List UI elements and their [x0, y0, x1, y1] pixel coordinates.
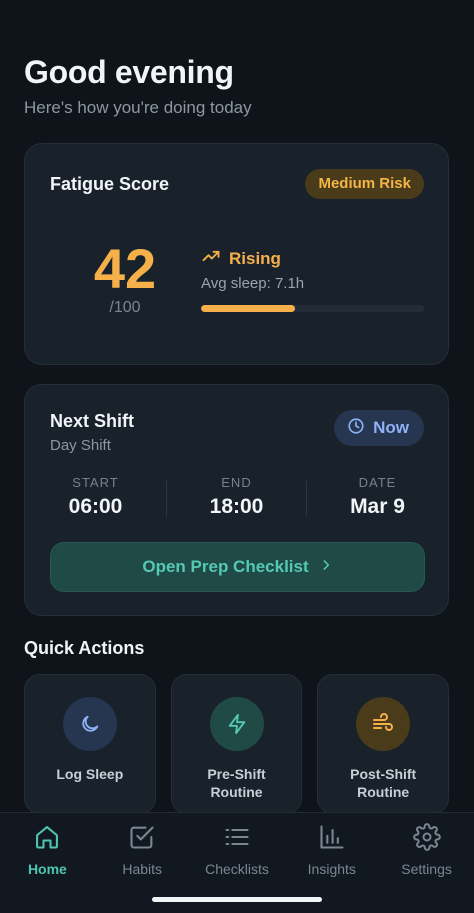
bar-chart-icon [318, 823, 346, 856]
shift-type: Day Shift [50, 437, 111, 454]
fatigue-card-title: Fatigue Score [50, 174, 170, 194]
chevron-right-icon [319, 557, 333, 577]
trend-indicator: Rising [201, 246, 281, 271]
shift-end-value: 18:00 [209, 495, 264, 518]
moon-icon [62, 697, 117, 751]
score-block: 42 /100 [75, 239, 175, 317]
open-prep-checklist-button[interactable]: Open Prep Checklist [50, 542, 425, 592]
checkbox-icon [128, 823, 156, 856]
risk-badge: Medium Risk [305, 169, 424, 199]
lightning-icon [209, 697, 264, 751]
next-shift-title: Next Shift [50, 411, 135, 431]
fatigue-score-card[interactable]: Fatigue Score Medium Risk 42 /100 Rising… [24, 143, 449, 365]
fatigue-progress-bar [201, 305, 424, 312]
tab-insights-label: Insights [307, 861, 356, 877]
log-sleep-label: Log Sleep [56, 766, 124, 782]
fatigue-progress-fill [201, 305, 295, 312]
trend-label: Rising [229, 248, 281, 268]
avg-sleep-text: Avg sleep: 7.1h [201, 275, 305, 292]
tab-checklists-label: Checklists [205, 861, 269, 877]
clock-icon [347, 417, 365, 440]
tab-home-label: Home [27, 861, 67, 877]
shift-start: START 06:00 [25, 475, 166, 519]
greeting-title: Good evening [24, 54, 234, 90]
shift-date: DATE Mar 9 [307, 475, 448, 519]
pre-shift-routine-button[interactable]: Pre-Shift Routine [170, 674, 303, 814]
tab-settings[interactable]: Settings [379, 813, 474, 913]
tab-home[interactable]: Home [0, 813, 95, 913]
shift-end-label: END [221, 475, 252, 490]
home-icon [33, 823, 61, 856]
quick-actions-title: Quick Actions [24, 638, 145, 658]
post-shift-routine-label: Post-Shift Routine [350, 766, 417, 800]
tab-settings-label: Settings [401, 861, 452, 877]
shift-status-label: Now [373, 418, 409, 437]
tab-habits-label: Habits [122, 861, 163, 877]
home-indicator [152, 897, 322, 902]
fatigue-score-value: 42 [93, 237, 157, 300]
pre-shift-routine-label: Pre-Shift Routine [207, 766, 266, 800]
trending-up-icon [201, 246, 221, 271]
post-shift-routine-button[interactable]: Post-Shift Routine [317, 674, 450, 814]
shift-date-value: Mar 9 [350, 495, 405, 518]
shift-start-label: START [72, 475, 119, 490]
fatigue-score-max: /100 [109, 299, 141, 316]
greeting-subtitle: Here's how you're doing today [24, 98, 252, 117]
shift-start-value: 06:00 [68, 495, 123, 518]
next-shift-card[interactable]: Next Shift Day Shift Now START 06:00 END… [24, 384, 449, 616]
shift-end: END 18:00 [166, 475, 307, 519]
shift-times: START 06:00 END 18:00 DATE Mar 9 [25, 475, 448, 519]
list-icon [223, 823, 251, 856]
quick-actions-row: Log Sleep Pre-Shift Routine Post-Shift R… [24, 674, 450, 814]
shift-status-badge: Now [334, 410, 424, 446]
prep-button-label: Open Prep Checklist [142, 557, 309, 576]
gear-icon [412, 823, 441, 856]
wind-icon [356, 697, 411, 751]
shift-date-label: DATE [358, 475, 397, 490]
log-sleep-button[interactable]: Log Sleep [24, 674, 156, 814]
